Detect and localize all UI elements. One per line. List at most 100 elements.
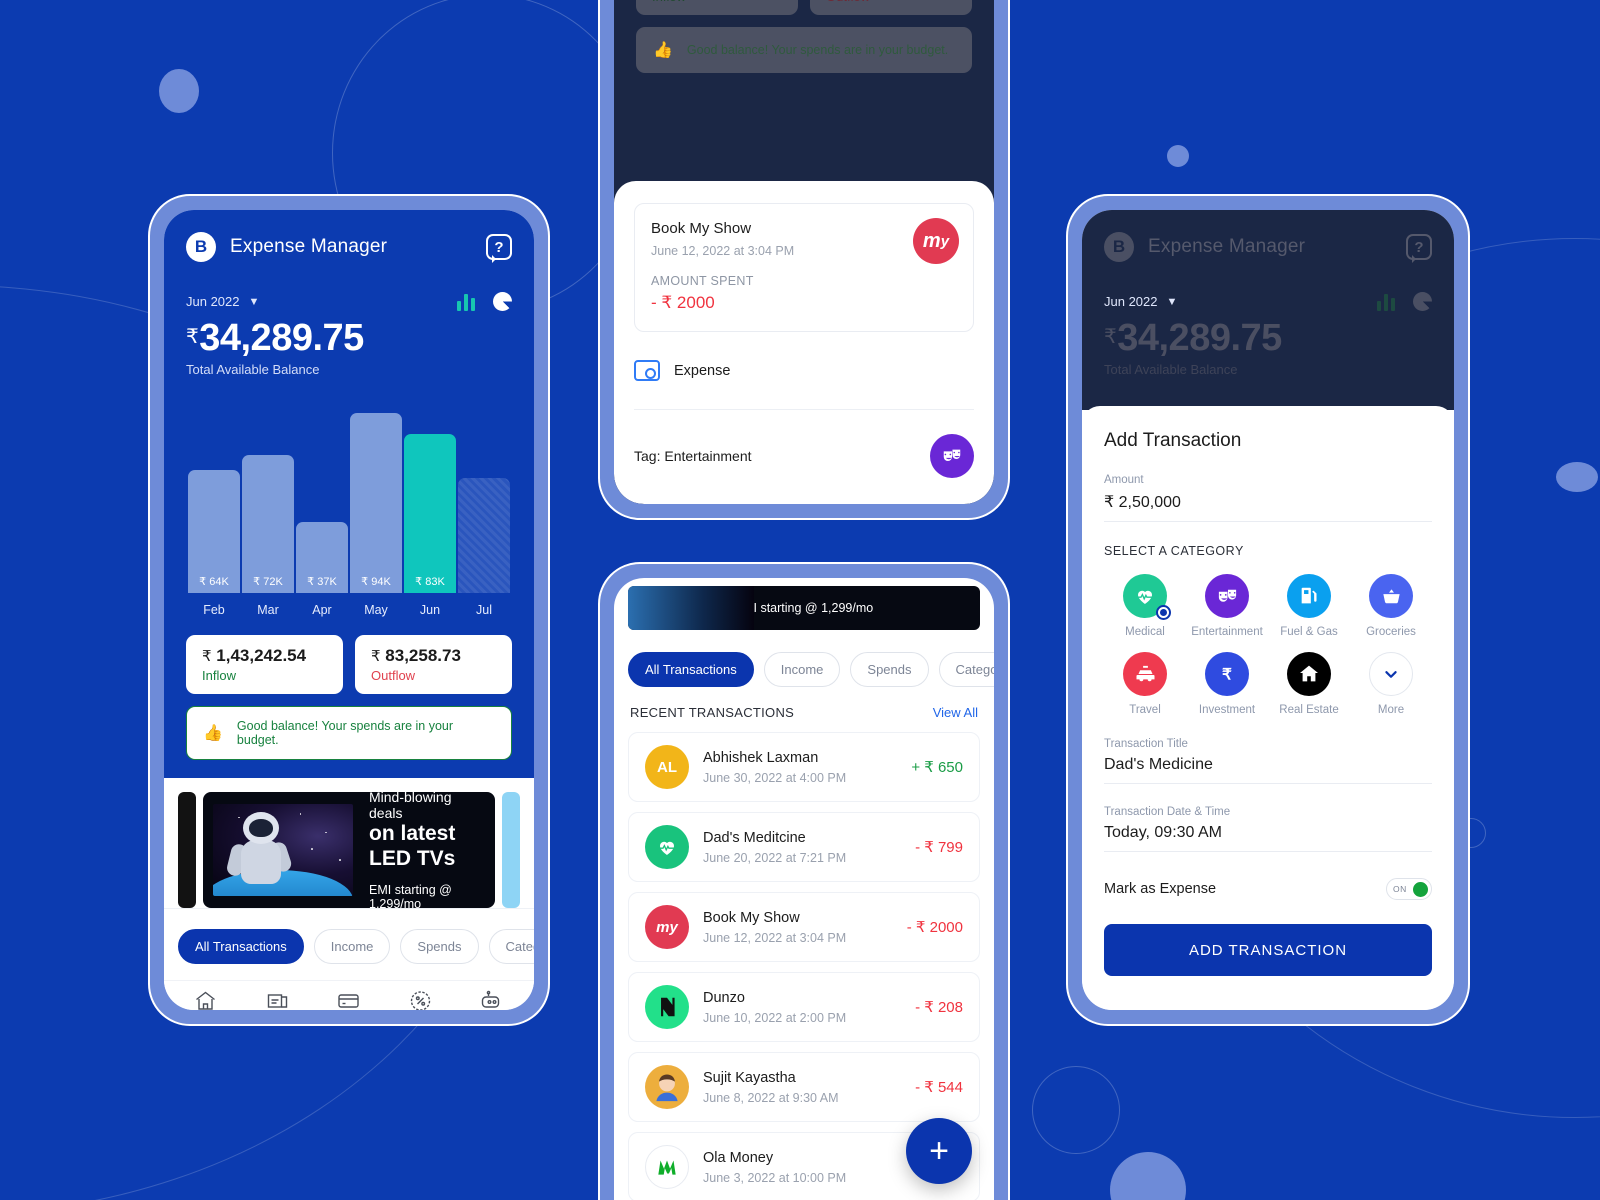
category-investment[interactable]: ₹ Investment [1186,652,1268,716]
add-transaction-button[interactable]: ADD TRANSACTION [1104,924,1432,976]
x-label-jul: Jul [476,603,492,617]
category-medical[interactable]: Medical [1104,574,1186,638]
transaction-amount: - ₹ 2000 [651,293,715,312]
phone-transaction-list: EMI starting @ 1,299/mo All Transactions… [598,562,1010,1200]
bar-column[interactable] [458,478,510,593]
inflow-card-dimmed: ₹ 1,43,242.54 Inflow [636,0,798,15]
transaction-text: Abhishek Laxman June 30, 2022 at 4:00 PM [703,750,846,785]
astronaut-graphic [225,812,294,890]
transaction-date-input[interactable]: Today, 09:30 AM [1104,824,1432,852]
category-real-estate[interactable]: Real Estate [1268,652,1350,716]
transaction-amount: - ₹ 799 [915,839,963,856]
promo-card-current[interactable]: Mind-blowing deals on latest LED TVs EMI… [203,792,495,908]
category-label: Real Estate [1279,704,1339,716]
nav-item-relations[interactable]: RELATIONS [242,989,312,1010]
basket-icon[interactable] [1369,574,1413,618]
mark-as-expense-label: Mark as Expense [1104,881,1217,897]
bar-column[interactable]: ₹ 83K [404,434,456,593]
period-label[interactable]: Jun 2022 [186,294,240,309]
promo-card-previous[interactable] [178,792,196,908]
filter-chip-categories[interactable]: Categories [938,652,994,687]
bar-column[interactable]: ₹ 72K [242,455,294,593]
balance-amount: ₹34,289.75 [1104,317,1282,359]
theater-masks-icon [930,434,974,478]
filter-chip-all-transactions[interactable]: All Transactions [178,929,304,964]
transaction-title-field[interactable]: Transaction Title Dad's Medicine [1104,738,1432,784]
bar-apr[interactable]: ₹ 37K [296,522,348,593]
bar-may[interactable]: ₹ 94K [350,413,402,593]
filter-chip-categories[interactable]: Categories [488,929,534,964]
category-label: More [1377,704,1405,716]
filter-chip-income[interactable]: Income [313,929,391,964]
add-transaction-title: Add Transaction [1104,430,1242,451]
fuel-pump-icon[interactable] [1287,574,1331,618]
blu-bot-icon [479,989,506,1010]
taxi-icon[interactable] [1123,652,1167,696]
filter-chip-spends[interactable]: Spends [850,652,929,687]
promo-banner-text: EMI starting @ 1,299/mo [734,601,874,615]
transaction-title-input[interactable]: Dad's Medicine [1104,756,1432,784]
promo-strip[interactable]: Mind-blowing deals on latest LED TVs EMI… [164,792,534,908]
bar-jul[interactable] [458,478,510,593]
heartbeat-icon[interactable] [1123,574,1171,620]
recent-transactions-title: RECENT TRANSACTIONS [630,705,795,720]
nav-item-blu[interactable]: BLU [457,989,527,1010]
category-fuel-gas[interactable]: Fuel & Gas [1268,574,1350,638]
chevron-down-icon[interactable]: ▼ [249,296,260,308]
x-label-mar: Mar [257,603,279,617]
transaction-row[interactable]: Dad's Meditcine June 20, 2022 at 7:21 PM -… [628,812,980,882]
nav-item-offers[interactable]: OFFERS [386,989,456,1010]
transaction-name: Dad's Meditcine [703,829,806,846]
category-more[interactable]: More [1350,652,1432,716]
transaction-row[interactable]: Sujit Kayastha June 8, 2022 at 9:30 AM - ₹… [628,1052,980,1122]
theater-masks-icon[interactable] [1205,574,1249,618]
initials-avatar: AL [645,745,689,789]
inflow-card[interactable]: ₹ 1,43,242.54 Inflow [186,635,343,694]
bar-jun[interactable]: ₹ 83K [404,434,456,593]
view-all-link[interactable]: View All [933,705,978,720]
thumbs-up-icon: 👍 [203,725,223,742]
transaction-row[interactable]: AL Abhishek Laxman June 30, 2022 at 4:00 P… [628,732,980,802]
filter-chip-all-transactions[interactable]: All Transactions [628,652,754,687]
promo-text: Mind-blowing deals on latest LED TVs EMI… [353,792,495,908]
transaction-tag-row: Tag: Entertainment [634,434,974,478]
mark-as-expense-toggle[interactable]: ON [1386,878,1432,900]
amount-input[interactable]: ₹ 2,50,000 [1104,492,1432,522]
monthly-bar-chart[interactable]: ₹ 64K ₹ 72K ₹ 37K ₹ 94K ₹ 83K [186,401,512,593]
wallet-icon [634,360,660,381]
transaction-row[interactable]: Dunzo June 10, 2022 at 2:00 PM - ₹ 208 [628,972,980,1042]
transaction-date-field[interactable]: Transaction Date & Time Today, 09:30 AM [1104,806,1432,852]
nav-item-home[interactable]: HOME [171,989,241,1010]
amount-field[interactable]: Amount ₹ 2,50,000 [1104,474,1432,522]
outflow-card[interactable]: ₹ 83,258.73 Outflow [355,635,512,694]
category-groceries[interactable]: Groceries [1350,574,1432,638]
bar-column[interactable]: ₹ 94K [350,413,402,593]
transaction-row[interactable]: my Book My Show June 12, 2022 at 3:04 PM - … [628,892,980,962]
rupee-icon[interactable]: ₹ [1205,652,1249,696]
promo-banner[interactable]: EMI starting @ 1,299/mo [628,586,980,630]
promo-card-next[interactable] [502,792,520,908]
bar-column[interactable]: ₹ 64K [188,470,240,593]
filter-chip-income[interactable]: Income [763,652,841,687]
add-transaction-fab[interactable]: + [906,1118,972,1184]
house-icon[interactable] [1287,652,1331,696]
category-travel[interactable]: Travel [1104,652,1186,716]
pie-chart-icon[interactable] [493,292,512,311]
bar-column[interactable]: ₹ 37K [296,522,348,593]
help-icon[interactable]: ? [486,234,512,263]
filter-chip-spends[interactable]: Spends [400,929,479,964]
amount-label: Amount [1104,474,1144,486]
nav-item-emi-card[interactable]: EMI CARD [314,989,384,1010]
credit-card-icon [335,989,362,1010]
pie-chart-icon [1413,292,1432,311]
outflow-label: Outflow [371,668,416,683]
chevron-down-icon[interactable] [1369,652,1413,696]
x-label-apr: Apr [312,603,332,617]
bar-chart-icon[interactable] [456,293,475,311]
promo-carousel: Mind-blowing deals on latest LED TVs EMI… [164,778,534,908]
phone-transaction-detail: ₹ 64K₹ 72K₹ 37K₹ 94K₹ 83K FebMarAprMayJu… [598,0,1010,520]
category-entertainment[interactable]: Entertainment [1186,574,1268,638]
bar-mar[interactable]: ₹ 72K [242,455,294,593]
bar-feb[interactable]: ₹ 64K [188,470,240,593]
bookmyshow-icon: my [913,218,959,264]
